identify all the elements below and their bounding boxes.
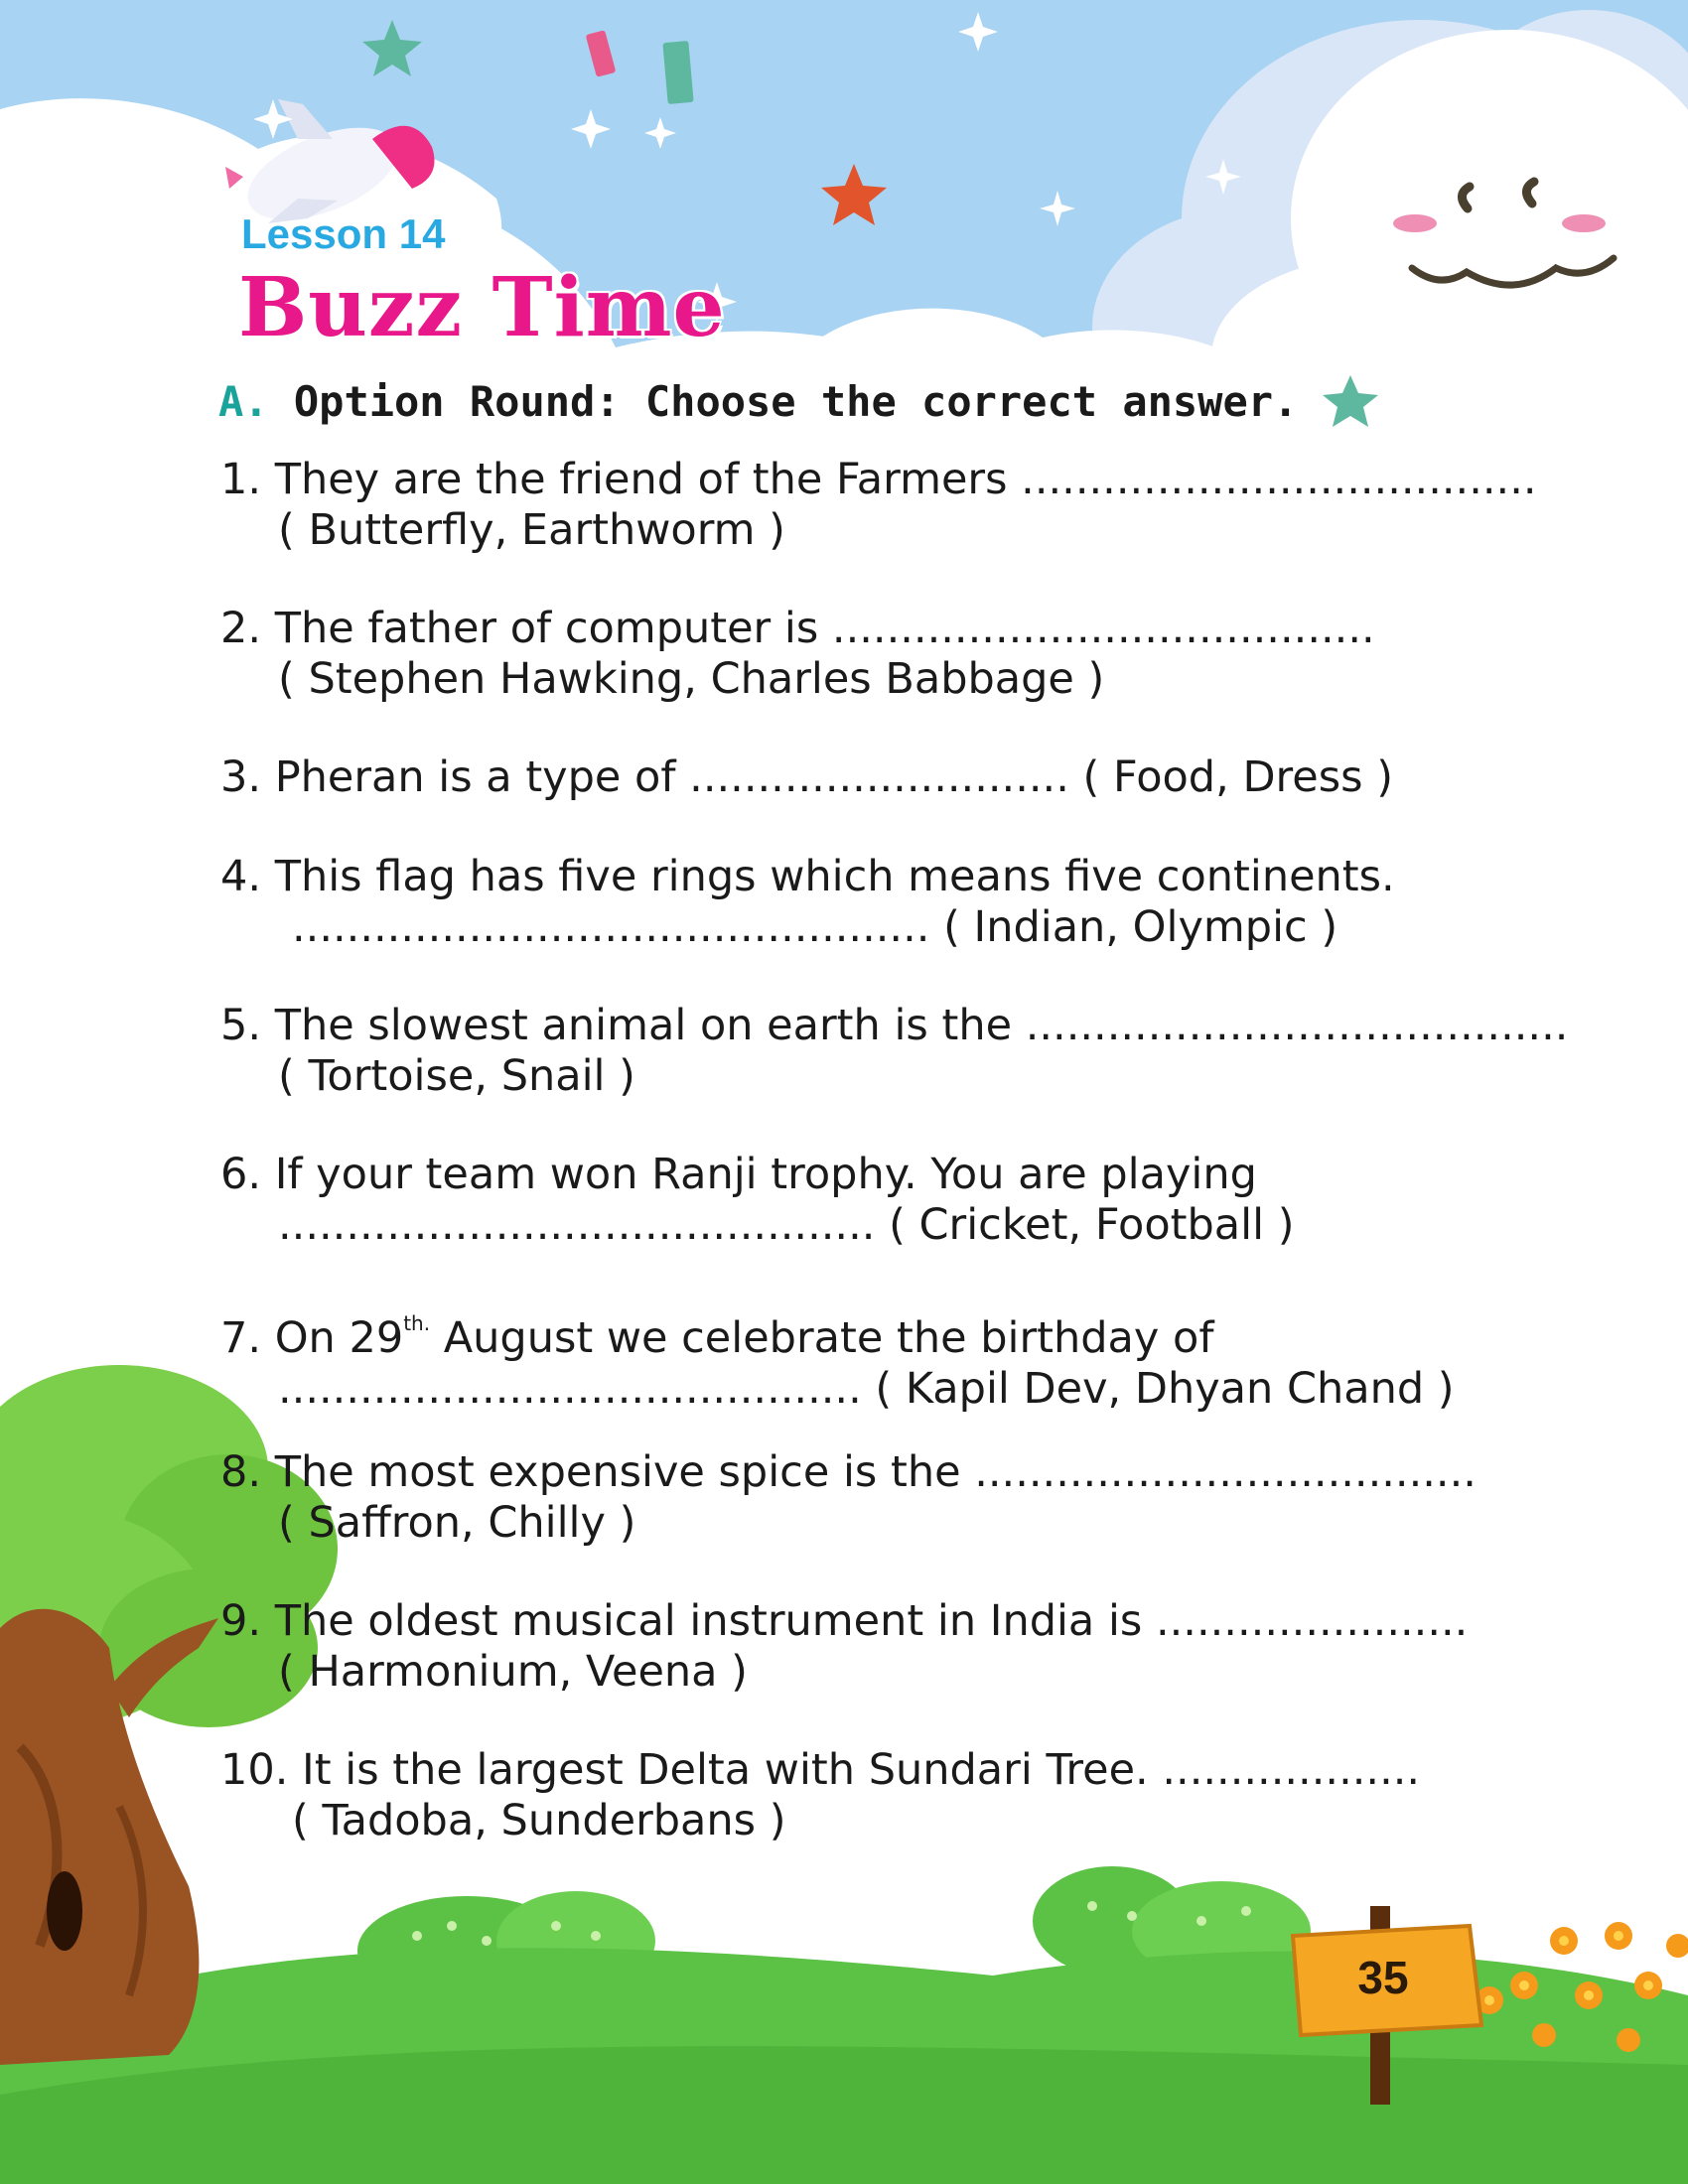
question-text: 2. The father of computer is ...........… [220, 604, 1375, 653]
question-options: ( Harmonium, Veena ) [278, 1647, 748, 1697]
question-text: 6. If your team won Ranji trophy. You ar… [220, 1150, 1257, 1199]
section-instruction: A. Option Round: Choose the correct answ… [218, 377, 1298, 426]
question-options: ( Butterfly, Earthworm ) [278, 505, 785, 555]
question-text: 9. The oldest musical instrument in Indi… [220, 1596, 1469, 1646]
question-text: 1. They are the friend of the Farmers ..… [220, 455, 1537, 504]
page-title: Buzz Time [238, 260, 726, 355]
question-text: 3. Pheran is a type of .................… [220, 752, 1393, 802]
question-3: 3. Pheran is a type of .................… [220, 752, 1393, 803]
question-8: 8. The most expensive spice is the .....… [220, 1447, 1477, 1549]
question-options: ........................................… [278, 1364, 1455, 1414]
question-text-end: August we celebrate the birthday of [430, 1313, 1214, 1363]
section-letter: A. [218, 377, 269, 426]
question-options: ( Tortoise, Snail ) [278, 1051, 635, 1101]
question-options: ( Saffron, Chilly ) [278, 1498, 636, 1548]
question-text: 4. This flag has five rings which means … [220, 852, 1395, 901]
question-text: 8. The most expensive spice is the .....… [220, 1447, 1477, 1497]
question-2: 2. The father of computer is ...........… [220, 604, 1375, 705]
question-options: ........................................… [292, 902, 1338, 952]
page-number: 35 [1357, 1952, 1409, 2003]
question-text: 5. The slowest animal on earth is the ..… [220, 1001, 1569, 1050]
question-options: ........................................… [278, 1200, 1295, 1250]
question-4: 4. This flag has five rings which means … [220, 852, 1395, 953]
question-9: 9. The oldest musical instrument in Indi… [220, 1596, 1468, 1698]
question-10: 10. It is the largest Delta with Sundari… [220, 1745, 1420, 1846]
question-5: 5. The slowest animal on earth is the ..… [220, 1001, 1568, 1102]
question-7: 7. On 29th. August we celebrate the birt… [220, 1298, 1455, 1415]
question-options: ( Tadoba, Sunderbans ) [292, 1796, 786, 1845]
question-options: ( Stephen Hawking, Charles Babbage ) [278, 654, 1105, 704]
section-text: Option Round: Choose the correct answer. [293, 377, 1299, 426]
question-6: 6. If your team won Ranji trophy. You ar… [220, 1150, 1295, 1251]
question-text: 10. It is the largest Delta with Sundari… [220, 1745, 1421, 1795]
ordinal-superscript: th. [403, 1311, 431, 1335]
question-text-start: 7. On 29 [220, 1313, 404, 1363]
question-1: 1. They are the friend of the Farmers ..… [220, 455, 1537, 556]
lesson-label: Lesson 14 [241, 210, 446, 257]
